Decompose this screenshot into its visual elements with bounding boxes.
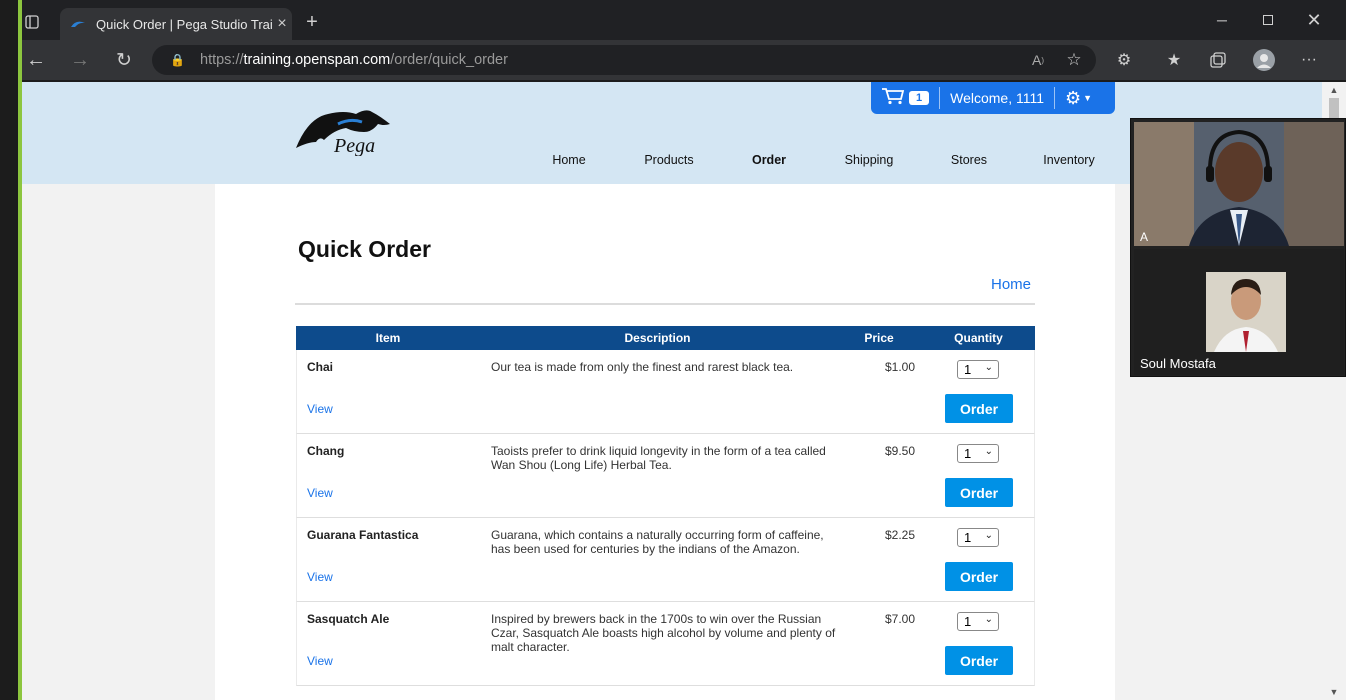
chevron-down-icon: ⌄ [984, 614, 993, 625]
participant-2-name: Soul Mostafa [1140, 356, 1216, 371]
table-header: Item Description Price Quantity [296, 326, 1035, 350]
url-path: /order/quick_order [390, 52, 508, 68]
read-aloud-icon[interactable]: A) [1028, 50, 1048, 70]
web-page: Pega 1 Welcome, 1111 ⚙ ▼ Home Products O… [22, 82, 1322, 700]
user-toolbar: 1 Welcome, 1111 ⚙ ▼ [871, 82, 1115, 114]
left-edge [0, 0, 20, 700]
product-description: Our tea is made from only the finest and… [491, 360, 794, 374]
nav-inventory[interactable]: Inventory [1019, 153, 1119, 167]
address-bar[interactable]: 🔒 https://training.openspan.com/order/qu… [152, 45, 1096, 75]
nav-products[interactable]: Products [619, 153, 719, 167]
caret-down-icon: ▼ [1083, 93, 1093, 103]
page-title: Quick Order [298, 236, 431, 262]
tab-strip: Quick Order | Pega Studio Trainin × + ─ … [22, 0, 1346, 40]
order-button[interactable]: Order [945, 478, 1013, 507]
cart-count-badge: 1 [909, 91, 930, 105]
quantity-select[interactable]: 1 ⌄ [957, 612, 999, 631]
add-favorite-icon[interactable]: ☆ [1064, 50, 1084, 70]
participant-video-1: A [1134, 122, 1344, 246]
logo-text: Pega [333, 135, 375, 156]
settings-menu-button[interactable]: ⚙ ▼ [1055, 82, 1102, 114]
nav-order[interactable]: Order [719, 153, 819, 167]
maximize-icon[interactable] [1258, 10, 1278, 30]
column-header-quantity: Quantity [954, 331, 1003, 345]
sidebar-toggle-icon[interactable] [22, 12, 42, 32]
minimize-icon[interactable]: ─ [1212, 10, 1232, 30]
product-row: Chang View Taoists prefer to drink liqui… [296, 434, 1035, 518]
pega-favicon-icon [70, 16, 86, 32]
url-domain: training.openspan.com [243, 52, 391, 68]
view-link[interactable]: View [307, 486, 333, 500]
column-header-price: Price [864, 331, 894, 345]
view-link[interactable]: View [307, 402, 333, 416]
chevron-down-icon: ⌄ [984, 362, 993, 373]
nav-stores[interactable]: Stores [919, 153, 1019, 167]
product-description: Taoists prefer to drink liquid longevity… [491, 444, 826, 472]
collections-icon[interactable] [1208, 50, 1228, 70]
order-button[interactable]: Order [945, 394, 1013, 423]
close-window-icon[interactable]: ✕ [1304, 10, 1324, 30]
product-price: $1.00 [884, 360, 915, 374]
product-name: Chai [307, 360, 334, 374]
tab-title: Quick Order | Pega Studio Trainin [96, 16, 272, 32]
view-link[interactable]: View [307, 570, 333, 584]
product-description: Guarana, which contains a naturally occu… [491, 528, 824, 556]
back-icon[interactable]: ← [26, 49, 46, 71]
order-button[interactable]: Order [945, 646, 1013, 675]
cart-button[interactable]: 1 [871, 82, 939, 114]
more-menu-icon[interactable]: ··· [1298, 50, 1320, 70]
participant-1-image [1134, 122, 1344, 246]
lock-icon: 🔒 [170, 53, 185, 67]
url-scheme: https:// [200, 52, 244, 68]
quantity-select[interactable]: 1 ⌄ [957, 444, 999, 463]
nav-shipping[interactable]: Shipping [819, 153, 919, 167]
quantity-value: 1 [964, 362, 972, 377]
pega-logo: Pega [294, 106, 398, 157]
nav-home[interactable]: Home [519, 153, 619, 167]
quantity-select[interactable]: 1 ⌄ [957, 528, 999, 547]
scroll-up-icon[interactable]: ▲ [1322, 82, 1346, 98]
active-tab[interactable]: Quick Order | Pega Studio Trainin × [60, 8, 292, 40]
product-row: Guarana Fantastica View Guarana, which c… [296, 518, 1035, 602]
product-row: Chai View Our tea is made from only the … [296, 350, 1035, 434]
quantity-value: 1 [964, 446, 972, 461]
title-divider [295, 303, 1035, 305]
product-name: Chang [307, 444, 345, 458]
home-link[interactable]: Home [991, 276, 1031, 293]
quantity-value: 1 [964, 614, 972, 629]
chevron-down-icon: ⌄ [984, 446, 993, 457]
order-button[interactable]: Order [945, 562, 1013, 591]
favorites-icon[interactable]: ★ [1164, 50, 1184, 70]
address-toolbar: ← → ↻ 🔒 https://training.openspan.com/or… [22, 40, 1346, 80]
product-description: Inspired by brewers back in the 1700s to… [491, 612, 836, 654]
participant-1-initial: A [1140, 230, 1149, 244]
column-header-item: Item [375, 331, 401, 345]
product-price: $9.50 [884, 444, 915, 458]
forward-icon[interactable]: → [70, 49, 90, 71]
welcome-text[interactable]: Welcome, 1111 [940, 82, 1054, 114]
column-header-description: Description [624, 331, 691, 345]
extensions-icon[interactable]: ⚙ [1114, 50, 1134, 70]
product-name: Guarana Fantastica [307, 528, 419, 542]
chevron-down-icon: ⌄ [984, 530, 993, 541]
scroll-down-icon[interactable]: ▼ [1322, 684, 1346, 700]
video-call-panel: A Soul Mostafa [1130, 118, 1346, 377]
view-link[interactable]: View [307, 654, 333, 668]
cart-icon [881, 87, 905, 110]
close-tab-icon[interactable]: × [272, 15, 292, 33]
gear-icon: ⚙ [1065, 87, 1082, 108]
quantity-select[interactable]: 1 ⌄ [957, 360, 999, 379]
new-tab-icon[interactable]: + [302, 11, 322, 33]
refresh-icon[interactable]: ↻ [114, 50, 134, 71]
profile-avatar-icon[interactable] [1252, 48, 1276, 72]
quantity-value: 1 [964, 530, 972, 545]
product-price: $2.25 [884, 528, 915, 542]
main-content: Quick Order Home Item Description Price … [215, 184, 1115, 700]
product-price: $7.00 [884, 612, 915, 626]
participant-video-2: Soul Mostafa [1134, 249, 1344, 375]
site-header: Pega 1 Welcome, 1111 ⚙ ▼ Home Products O… [22, 82, 1322, 184]
product-name: Sasquatch Ale [307, 612, 390, 626]
product-row: Sasquatch Ale View Inspired by brewers b… [296, 602, 1035, 686]
